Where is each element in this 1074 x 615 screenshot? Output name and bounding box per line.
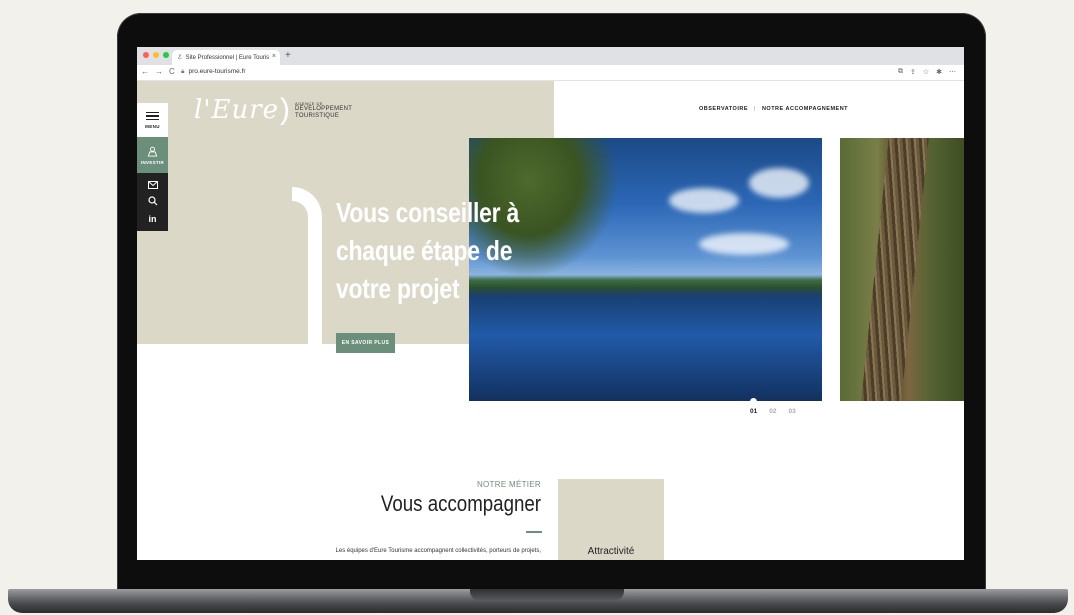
address-bar: ← → C 🔒︎ pro.eure-tourisme.fr ⧉ ⇪ ☆ ✱ ⋯	[137, 65, 964, 81]
url-text: pro.eure-tourisme.fr	[188, 68, 246, 75]
extensions-icon[interactable]: ✱	[936, 68, 942, 76]
slide-3-button[interactable]: 03	[788, 408, 795, 415]
hero-title-line3: votre projet	[336, 273, 460, 304]
logo-script: l'Eure	[194, 95, 280, 125]
browser-tab-bar: ℰ Site Professionnel | Eure Touris × +	[137, 47, 964, 65]
maximize-window-button[interactable]	[163, 52, 169, 58]
search-icon[interactable]	[147, 196, 158, 206]
menu-label: MENU	[145, 123, 160, 129]
learn-more-button[interactable]: EN SAVOIR PLUS	[336, 333, 395, 353]
url-field[interactable]: 🔒︎ pro.eure-tourisme.fr	[181, 68, 246, 76]
hero-arc-decoration	[292, 187, 322, 347]
web-page: l'Eure ) AGENCE DE DÉVELOPPEMENT TOURIST…	[137, 81, 964, 560]
side-toolbar: MENU INVESTIR in	[137, 103, 168, 231]
tab-close-icon[interactable]: ×	[272, 53, 276, 60]
top-navigation: OBSERVATOIRE | NOTRE ACCOMPAGNEMENT	[699, 106, 848, 112]
logo-line2: TOURISTIQUE	[295, 112, 340, 119]
attractivite-card[interactable]: Attractivité	[558, 479, 664, 560]
section-title: Vous accompagner	[380, 491, 541, 516]
invest-label: INVESTIR	[140, 159, 165, 165]
mail-icon[interactable]	[147, 180, 158, 189]
tab-favicon-icon: ℰ	[178, 55, 182, 61]
hero-title-line2: chaque étape de	[336, 235, 513, 266]
tree-trunk	[861, 138, 929, 401]
slide-1-button[interactable]: 01	[750, 408, 757, 415]
slider-indicator-dot	[750, 398, 757, 405]
back-icon[interactable]: ←	[141, 67, 149, 76]
logo-tagline: AGENCE DE DÉVELOPPEMENT TOURISTIQUE	[295, 101, 352, 120]
tab-title: Site Professionnel | Eure Touris	[185, 54, 270, 61]
cloud-shape	[699, 233, 789, 255]
person-icon	[147, 146, 158, 157]
title-underline	[526, 531, 542, 533]
slide-2-button[interactable]: 02	[769, 408, 776, 415]
browser-toolbar-icons: ⧉ ⇪ ☆ ✱ ⋯	[898, 68, 956, 76]
hero-title-line1: Vous conseiller à	[336, 197, 519, 228]
invest-button[interactable]: INVESTIR	[137, 137, 168, 173]
section-text: Les équipes d'Eure Tourisme accompagnent…	[335, 548, 541, 554]
laptop-notch	[470, 589, 624, 601]
hero-title: Vous conseiller à chaque étape de votre …	[336, 194, 525, 308]
slider-pagination: 01 02 03	[750, 408, 796, 415]
nav-link-accompagnement[interactable]: NOTRE ACCOMPAGNEMENT	[762, 106, 848, 112]
cloud-shape	[749, 168, 809, 198]
browser-tab[interactable]: ℰ Site Professionnel | Eure Touris ×	[172, 50, 280, 65]
profile-menu-icon[interactable]: ⋯	[949, 68, 956, 76]
card-label: Attractivité	[587, 546, 635, 557]
close-window-button[interactable]	[143, 52, 149, 58]
nav-separator: |	[754, 106, 756, 112]
cloud-shape	[669, 188, 739, 213]
nav-link-observatoire[interactable]: OBSERVATOIRE	[699, 106, 748, 112]
share-icon[interactable]: ⇪	[910, 68, 916, 76]
new-tab-button[interactable]: +	[285, 50, 291, 61]
logo-line1: DÉVELOPPEMENT	[295, 105, 353, 112]
lock-icon: 🔒︎	[181, 68, 185, 75]
laptop-screen: ℰ Site Professionnel | Eure Touris × + ←…	[137, 47, 964, 560]
linkedin-icon[interactable]: in	[149, 214, 157, 224]
logo-paren: )	[280, 93, 291, 126]
social-icons: in	[137, 173, 168, 231]
menu-button[interactable]: MENU	[137, 103, 168, 137]
forward-icon[interactable]: →	[155, 67, 163, 76]
browser-nav: ← → C	[141, 67, 175, 76]
site-logo[interactable]: l'Eure ) AGENCE DE DÉVELOPPEMENT TOURIST…	[194, 93, 352, 127]
install-icon[interactable]: ⧉	[898, 68, 903, 76]
bookmark-star-icon[interactable]: ☆	[923, 68, 929, 76]
window-controls	[143, 52, 169, 58]
hero-image-tree[interactable]	[840, 138, 964, 401]
hamburger-icon	[146, 111, 159, 121]
reload-icon[interactable]: C	[169, 67, 175, 76]
minimize-window-button[interactable]	[153, 52, 159, 58]
section-kicker: NOTRE MÉTIER	[476, 480, 541, 489]
